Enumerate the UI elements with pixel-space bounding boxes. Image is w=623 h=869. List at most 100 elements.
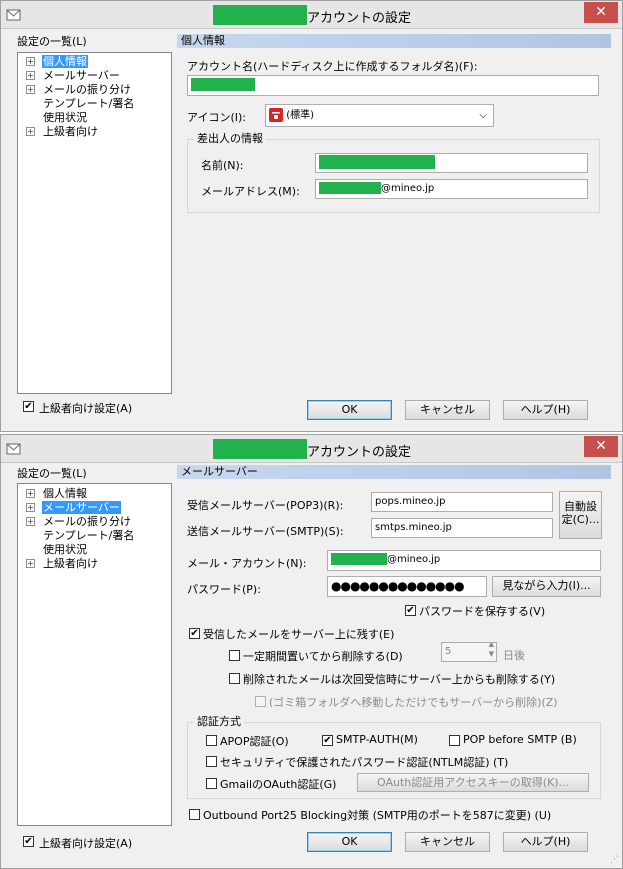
trash-delete-label: (ゴミ箱フォルダへ移動しただけでもサーバーから削除)(Z) [269,696,558,709]
redacted-account-name [213,5,307,25]
delete-when-removed-checkbox[interactable] [229,673,240,684]
mailbox-icon [269,108,283,122]
auth-method-group-label: 認証方式 [194,715,244,728]
mail-account-label: メール・アカウント(N): [187,557,307,570]
redacted-value [319,155,435,169]
cancel-button[interactable]: キャンセル [405,832,490,852]
window-title: アカウントの設定 [307,11,412,26]
smtp-server-label: 送信メールサーバー(SMTP)(S): [187,525,344,538]
days-unit: 日後 [503,649,525,662]
ntlm-label: セキュリティで保護されたパスワード認証(NTLM認証) (T) [220,756,509,769]
days-value: 5 [445,646,452,657]
redacted-value [319,182,381,194]
expand-icon[interactable]: + [26,71,35,80]
ok-button[interactable]: OK [307,400,392,420]
advanced-settings-checkbox[interactable]: ✔ [23,836,34,847]
sender-info-group [187,139,600,213]
name-label: 名前(N): [201,159,244,172]
tree-item-label: メールの振り分け [43,83,131,96]
section-title: メールサーバー [177,465,611,479]
pop-server-label: 受信メールサーバー(POP3)(R): [187,499,344,512]
section-title: 個人情報 [177,34,611,48]
auto-config-button[interactable]: 自動設定(C)... [559,491,602,539]
sender-info-group-label: 差出人の情報 [194,132,266,145]
redacted-value [331,553,387,565]
apop-checkbox[interactable] [206,735,217,746]
icon-label: アイコン(I): [187,111,246,124]
account-settings-dialog-mail-server: アカウントの設定 ✕ 設定の一覧(L) + 個人情報 + メールサーバー + メールの… [0,434,623,869]
smtp-auth-label: SMTP-AUTH(M) [336,733,418,746]
tree-item-label: 個人情報 [43,487,87,500]
advanced-settings-checkbox[interactable]: ✔ [23,401,34,412]
tree-item-label: 使用状況 [43,111,87,124]
redacted-value [191,77,255,91]
title-bar: アカウントの設定 ✕ [1,435,622,463]
mail-account-input[interactable]: @mineo.jp [327,550,601,571]
tree-item-label: 個人情報 [42,55,88,68]
title-bar: アカウントの設定 ✕ [1,1,622,29]
icon-select[interactable]: (標準) ⌵ [265,104,494,127]
name-input[interactable] [315,153,588,173]
expand-icon[interactable]: + [26,127,35,136]
app-icon [6,9,21,21]
tree-item-label: メールサーバー [43,69,120,82]
expand-icon[interactable]: + [26,517,35,526]
settings-tree[interactable]: + 個人情報 + メールサーバー + メールの振り分け テンプレート/署名 使用状況 … [17,52,172,394]
redacted-account-name [213,439,307,459]
leave-on-server-label: 受信したメールをサーバー上に残す(E) [203,628,395,641]
close-icon[interactable]: ✕ [584,436,618,457]
expand-icon[interactable]: + [26,57,35,66]
settings-list-heading: 設定の一覧(L) [17,467,87,480]
account-name-input[interactable] [187,75,599,96]
gmail-oauth-checkbox[interactable] [206,778,217,789]
gmail-oauth-label: GmailのOAuth認証(G) [220,778,337,791]
tree-item-label: 上級者向け [43,125,98,138]
email-input[interactable]: @mineo.jp [315,179,588,199]
outbound25-label: Outbound Port25 Blocking対策 (SMTP用のポートを58… [203,809,552,822]
expand-icon[interactable]: + [26,489,35,498]
expand-icon[interactable]: + [26,503,35,512]
email-domain: @mineo.jp [381,183,435,194]
leave-on-server-checkbox[interactable]: ✔ [189,628,200,639]
tree-item-label: テンプレート/署名 [43,97,135,110]
trash-delete-checkbox[interactable] [255,696,266,707]
window-title: アカウントの設定 [307,445,412,460]
help-button[interactable]: ヘルプ(H) [503,832,588,852]
pop-before-smtp-checkbox[interactable] [449,735,460,746]
show-password-button[interactable]: 見ながら入力(I)... [492,576,601,597]
settings-tree[interactable]: + 個人情報 + メールサーバー + メールの振り分け テンプレート/署名 使用状況 … [17,483,172,826]
settings-list-heading: 設定の一覧(L) [17,35,87,48]
advanced-settings-label: 上級者向け設定(A) [39,402,133,415]
apop-label: APOP認証(O) [220,735,289,748]
delete-when-removed-label: 削除されたメールは次回受信時にサーバー上からも削除する(Y) [243,673,556,686]
days-spinner[interactable]: 5 ▲ ▼ [441,642,497,662]
pop-server-input[interactable]: pops.mineo.jp [371,492,553,512]
account-name-label: アカウント名(ハードディスク上に作成するフォルダ名)(F): [187,60,478,73]
close-icon[interactable]: ✕ [584,2,618,23]
save-password-label: パスワードを保存する(V) [419,605,546,618]
expand-icon[interactable]: + [26,85,35,94]
account-domain: @mineo.jp [387,554,441,565]
smtp-server-input[interactable]: smtps.mineo.jp [371,518,553,538]
tree-item-label: 上級者向け [43,557,98,570]
outbound25-checkbox[interactable] [189,809,200,820]
ok-button[interactable]: OK [307,832,392,852]
advanced-settings-label: 上級者向け設定(A) [39,837,133,850]
tree-item-label: メールの振り分け [43,515,131,528]
tree-item-label: 使用状況 [43,543,87,556]
cancel-button[interactable]: キャンセル [405,400,490,420]
email-label: メールアドレス(M): [201,185,300,198]
tree-item-label: テンプレート/署名 [43,529,135,542]
resize-grip-icon[interactable]: ⋰ [610,855,619,865]
save-password-checkbox[interactable]: ✔ [405,605,416,616]
expand-icon[interactable]: + [26,559,35,568]
icon-select-value: (標準) [286,110,314,121]
spinner-arrows-icon[interactable]: ▲ ▼ [489,643,494,659]
oauth-key-button[interactable]: OAuth認証用アクセスキーの取得(K)... [357,773,589,792]
app-icon [6,443,21,455]
help-button[interactable]: ヘルプ(H) [503,400,588,420]
smtp-auth-checkbox[interactable]: ✔ [322,735,333,746]
delete-after-checkbox[interactable] [229,650,240,661]
password-input[interactable]: ●●●●●●●●●●●●●● [327,576,487,597]
ntlm-checkbox[interactable] [206,756,217,767]
